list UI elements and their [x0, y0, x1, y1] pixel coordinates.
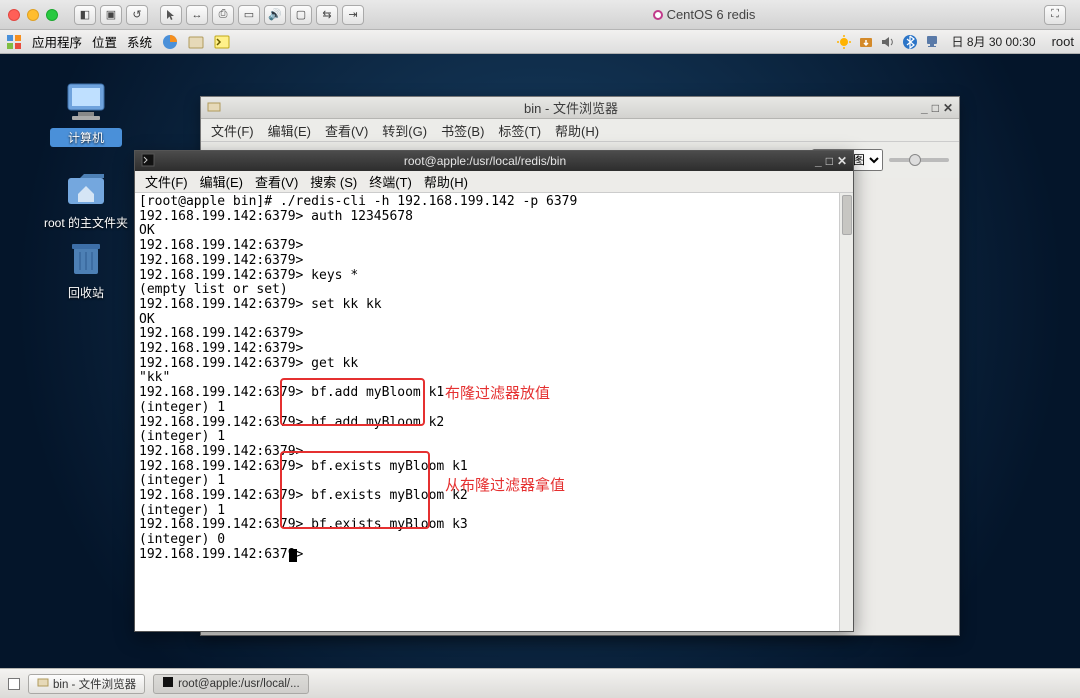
taskbar-item-nautilus[interactable]: bin - 文件浏览器 — [28, 674, 145, 694]
term-menu-edit[interactable]: 编辑(E) — [200, 172, 243, 191]
cursor — [289, 549, 297, 562]
volume-icon[interactable] — [880, 34, 896, 50]
term-menu-terminal[interactable]: 终端(T) — [369, 172, 412, 191]
naut-menu-help[interactable]: 帮助(H) — [555, 121, 599, 140]
expand-icon[interactable]: ↔ — [186, 5, 208, 25]
desktop-icon-home[interactable]: root 的主文件夹 — [40, 164, 132, 231]
sound-icon[interactable]: 🔊 — [264, 5, 286, 25]
user-label[interactable]: root — [1052, 34, 1074, 49]
updates-icon[interactable] — [858, 34, 874, 50]
vm-sidebar-icon[interactable]: ◧ — [74, 5, 96, 25]
camera-icon[interactable]: ▢ — [290, 5, 312, 25]
fullscreen-icon[interactable]: ⛶ — [1044, 5, 1066, 25]
applications-icon[interactable] — [6, 34, 22, 50]
naut-menu-bookmarks[interactable]: 书签(B) — [441, 121, 484, 140]
folder-icon — [207, 99, 221, 116]
vm-snapshot-icon[interactable]: ▣ — [100, 5, 122, 25]
naut-menu-go[interactable]: 转到(G) — [382, 121, 427, 140]
terminal-menubar: 文件(F) 编辑(E) 查看(V) 搜索 (S) 终端(T) 帮助(H) — [135, 171, 853, 193]
terminal-titlebar[interactable]: root@apple:/usr/local/redis/bin _ □ ✕ — [135, 151, 853, 171]
desktop-icon-trash[interactable]: 回收站 — [50, 234, 122, 301]
desktop-icon-label: 计算机 — [50, 128, 122, 147]
naut-menu-file[interactable]: 文件(F) — [211, 121, 254, 140]
desktop-icon-label: root 的主文件夹 — [40, 214, 132, 231]
maximize-icon[interactable]: □ — [932, 101, 939, 115]
terminal-output: [root@apple bin]# ./redis-cli -h 192.168… — [139, 195, 849, 563]
usb-icon[interactable]: ⇥ — [342, 5, 364, 25]
maximize-icon[interactable]: □ — [826, 154, 833, 168]
term-menu-file[interactable]: 文件(F) — [145, 172, 188, 191]
terminal-launcher-icon[interactable] — [214, 34, 230, 50]
folder-icon[interactable]: ▭ — [238, 5, 260, 25]
window-traffic-lights — [8, 9, 58, 21]
minimize-icon[interactable]: _ — [815, 154, 822, 168]
vm-title-text: CentOS 6 redis — [667, 7, 756, 22]
folder-icon — [37, 676, 49, 691]
close-button[interactable] — [8, 9, 20, 21]
naut-menu-tabs[interactable]: 标签(T) — [498, 121, 541, 140]
desktop-icon-label: 回收站 — [50, 284, 122, 301]
desktop-icon-computer[interactable]: 计算机 — [50, 78, 122, 147]
mac-titlebar: ◧ ▣ ↺ ↔ ⎙ ▭ 🔊 ▢ ⇆ ⇥ CentOS 6 redis ⛶ — [0, 0, 1080, 30]
close-icon[interactable]: ✕ — [943, 101, 953, 115]
zoom-slider[interactable] — [889, 158, 949, 162]
scrollbar[interactable] — [839, 193, 853, 631]
naut-menu-view[interactable]: 查看(V) — [325, 121, 368, 140]
minimize-icon[interactable]: _ — [921, 101, 928, 115]
term-menu-view[interactable]: 查看(V) — [255, 172, 298, 191]
taskbar: bin - 文件浏览器 root@apple:/usr/local/... — [0, 668, 1080, 698]
nautilus-title-text: bin - 文件浏览器 — [227, 98, 915, 117]
network-status-icon[interactable] — [924, 34, 940, 50]
terminal-title-text: root@apple:/usr/local/redis/bin — [155, 154, 815, 168]
taskbar-item-label: root@apple:/usr/local/... — [178, 678, 300, 690]
terminal-icon — [162, 676, 174, 691]
scrollbar-thumb[interactable] — [842, 195, 852, 235]
computer-icon — [62, 78, 110, 126]
home-folder-icon — [62, 164, 110, 212]
nautilus-menubar: 文件(F) 编辑(E) 查看(V) 转到(G) 书签(B) 标签(T) 帮助(H… — [201, 119, 959, 142]
taskbar-item-terminal[interactable]: root@apple:/usr/local/... — [153, 674, 309, 694]
weather-icon[interactable] — [836, 34, 852, 50]
centos-icon — [653, 10, 663, 20]
gnome-menubar: 应用程序 位置 系统 日 8月 30 00:30 root — [0, 30, 1080, 54]
network-icon[interactable]: ⇆ — [316, 5, 338, 25]
zoom-button[interactable] — [46, 9, 58, 21]
firefox-icon[interactable] — [162, 34, 178, 50]
taskbar-item-label: bin - 文件浏览器 — [53, 676, 136, 692]
naut-menu-edit[interactable]: 编辑(E) — [268, 121, 311, 140]
bluetooth-icon[interactable] — [902, 34, 918, 50]
term-menu-search[interactable]: 搜索 (S) — [310, 172, 357, 191]
desktop[interactable]: 计算机 root 的主文件夹 回收站 bin - 文件浏览器 _ □ ✕ 文件(… — [0, 54, 1080, 668]
menu-system[interactable]: 系统 — [127, 32, 152, 51]
show-desktop-icon[interactable] — [8, 678, 20, 690]
vm-title: CentOS 6 redis — [370, 7, 1038, 22]
terminal-body[interactable]: [root@apple bin]# ./redis-cli -h 192.168… — [135, 193, 853, 631]
terminal-window[interactable]: root@apple:/usr/local/redis/bin _ □ ✕ 文件… — [134, 150, 854, 632]
close-icon[interactable]: ✕ — [837, 154, 847, 168]
menu-applications[interactable]: 应用程序 — [32, 32, 82, 51]
clock[interactable]: 日 8月 30 00:30 — [952, 33, 1036, 50]
print-icon[interactable]: ⎙ — [212, 5, 234, 25]
trash-icon — [62, 234, 110, 282]
menu-places[interactable]: 位置 — [92, 32, 117, 51]
nautilus-launcher-icon[interactable] — [188, 34, 204, 50]
minimize-button[interactable] — [27, 9, 39, 21]
term-menu-help[interactable]: 帮助(H) — [424, 172, 468, 191]
nautilus-titlebar[interactable]: bin - 文件浏览器 _ □ ✕ — [201, 97, 959, 119]
vm-refresh-icon[interactable]: ↺ — [126, 5, 148, 25]
terminal-icon — [141, 153, 155, 170]
cursor-icon[interactable] — [160, 5, 182, 25]
